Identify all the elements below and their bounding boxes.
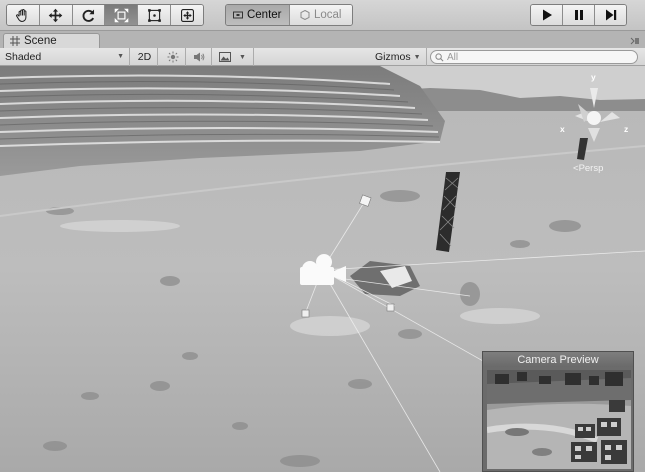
pivot-center-button[interactable]: Center bbox=[226, 5, 290, 25]
step-button[interactable] bbox=[595, 5, 626, 25]
pivot-center-label: Center bbox=[246, 9, 282, 21]
rotate-icon bbox=[82, 9, 95, 22]
audio-toggle[interactable] bbox=[186, 48, 212, 66]
pivot-local-button[interactable]: Local bbox=[289, 5, 352, 25]
axis-z-label: z bbox=[624, 124, 629, 134]
scale-icon bbox=[114, 8, 129, 22]
tab-scene[interactable]: Scene bbox=[3, 33, 100, 48]
pivot-toggles: Center Local bbox=[225, 4, 353, 26]
effects-caret-icon: ▼ bbox=[239, 53, 246, 61]
projection-label[interactable]: <Persp bbox=[573, 163, 603, 174]
pivot-local-label: Local bbox=[314, 9, 342, 21]
move-tool-button[interactable] bbox=[39, 5, 73, 25]
sun-icon bbox=[167, 51, 178, 63]
mode-2d-label: 2D bbox=[137, 51, 152, 63]
draw-mode-dropdown[interactable]: Shaded ▼ bbox=[0, 48, 130, 66]
axis-y-label: y bbox=[591, 72, 596, 82]
effects-dropdown[interactable]: ▼ bbox=[212, 48, 254, 66]
gizmos-label: Gizmos bbox=[375, 51, 411, 63]
main-toolbar: Center Local bbox=[0, 0, 645, 31]
window-tab-bar: Scene bbox=[0, 31, 645, 48]
scene-viewport[interactable]: y x z <Persp Camera Preview bbox=[0, 66, 645, 472]
grid-icon bbox=[10, 36, 20, 46]
gizmos-caret-icon: ▼ bbox=[413, 53, 421, 61]
move-arrows-icon bbox=[48, 8, 63, 22]
transform-tools bbox=[6, 4, 204, 26]
rotate-tool-button[interactable] bbox=[72, 5, 106, 25]
camera-preview-image bbox=[487, 370, 631, 469]
pause-icon bbox=[574, 10, 583, 20]
hand-icon bbox=[16, 8, 27, 22]
rect-icon bbox=[147, 8, 161, 22]
scene-search-field[interactable]: All bbox=[430, 50, 638, 64]
camera-preview-title: Camera Preview bbox=[483, 352, 633, 367]
scale-tool-button[interactable] bbox=[105, 5, 139, 25]
gizmos-dropdown[interactable]: Gizmos ▼ bbox=[370, 48, 427, 66]
search-icon bbox=[435, 52, 444, 61]
persp-label-text: Persp bbox=[578, 163, 604, 174]
play-icon bbox=[542, 9, 552, 21]
pivot-center-icon bbox=[232, 11, 243, 19]
scene-view-toolbar: Shaded ▼ 2D ▼ Gizmos ▼ All bbox=[0, 48, 645, 66]
search-placeholder: All bbox=[447, 51, 459, 63]
transform-tool-button[interactable] bbox=[171, 5, 203, 25]
hand-tool-button[interactable] bbox=[7, 5, 40, 25]
lighting-toggle[interactable] bbox=[160, 48, 186, 66]
step-icon bbox=[605, 9, 616, 21]
pivot-local-icon bbox=[300, 10, 310, 20]
image-icon bbox=[219, 52, 232, 62]
tab-menu-icon[interactable] bbox=[630, 37, 640, 45]
transform-icon bbox=[180, 8, 194, 22]
camera-preview-panel: Camera Preview bbox=[482, 351, 634, 472]
axis-x-label: x bbox=[560, 124, 565, 134]
play-button[interactable] bbox=[531, 5, 563, 25]
draw-mode-value: Shaded bbox=[5, 51, 42, 63]
speaker-icon bbox=[193, 52, 204, 62]
tab-label: Scene bbox=[24, 35, 57, 47]
dropdown-caret-icon: ▼ bbox=[117, 53, 124, 60]
playback-controls bbox=[530, 4, 627, 26]
pause-button[interactable] bbox=[563, 5, 595, 25]
mode-2d-toggle[interactable]: 2D bbox=[132, 48, 158, 66]
rect-tool-button[interactable] bbox=[138, 5, 172, 25]
